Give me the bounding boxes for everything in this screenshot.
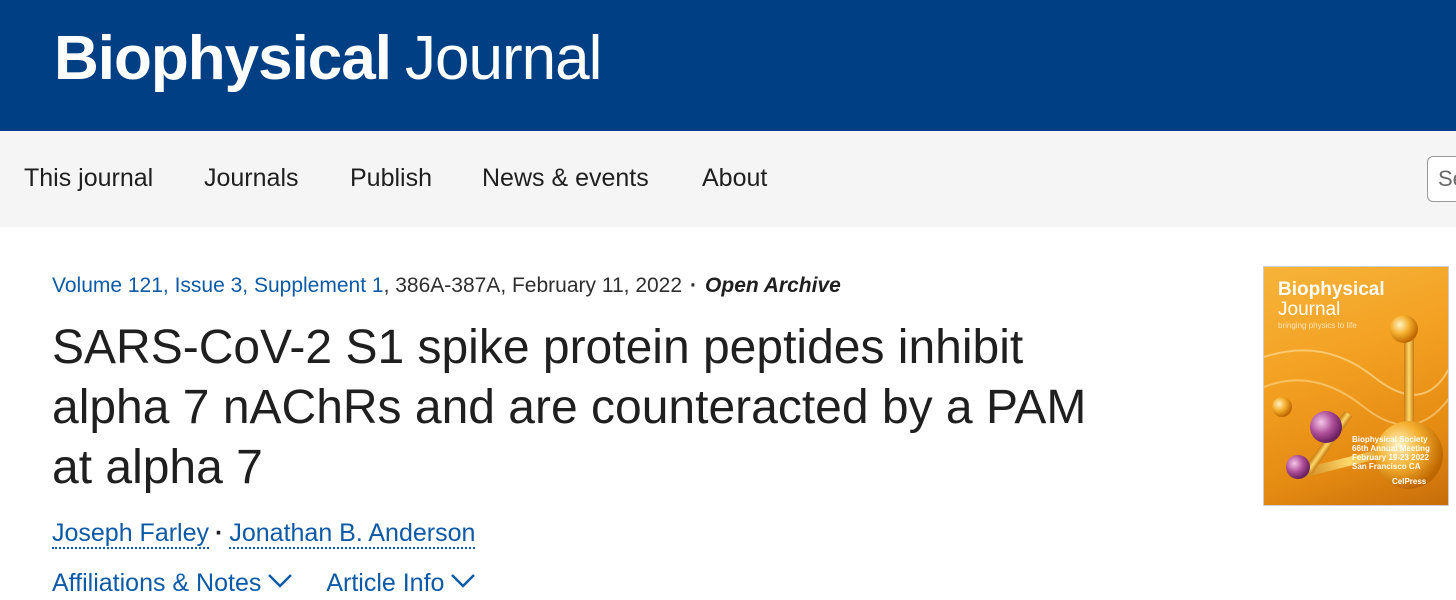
main-nav: This journal Journals Publish News & eve… bbox=[0, 131, 1456, 227]
nav-publish[interactable]: Publish bbox=[350, 161, 432, 195]
author-link[interactable]: Jonathan B. Anderson bbox=[229, 519, 476, 549]
cover-event-text: Biophysical Society 66th Annual Meeting … bbox=[1352, 435, 1430, 471]
journal-logo[interactable]: Biophysical Journal bbox=[54, 24, 602, 94]
cover-publisher: CelPress bbox=[1392, 477, 1427, 486]
logo-light-text: Journal bbox=[405, 24, 602, 93]
search-input[interactable]: Se bbox=[1427, 156, 1456, 202]
article-title: SARS-CoV-2 S1 spike protein peptides inh… bbox=[52, 321, 1087, 494]
author-separator: · bbox=[215, 519, 224, 547]
article-meta: Volume 121, Issue 3, Supplement 1, 386A-… bbox=[52, 270, 841, 302]
chevron-down-icon bbox=[268, 574, 293, 589]
author-link[interactable]: Joseph Farley bbox=[52, 519, 210, 549]
cover-title-light: Journal bbox=[1278, 299, 1341, 320]
article-toggles: Affiliations & Notes Article Info bbox=[52, 566, 476, 600]
affiliations-label: Affiliations & Notes bbox=[52, 569, 262, 597]
author-list: Joseph Farley · Jonathan B. Anderson bbox=[52, 516, 476, 550]
cover-title-bold: Biophysical bbox=[1278, 279, 1385, 300]
article-info-toggle[interactable]: Article Info bbox=[326, 566, 476, 600]
article-info-label: Article Info bbox=[326, 569, 445, 597]
affiliations-toggle[interactable]: Affiliations & Notes bbox=[52, 566, 293, 600]
logo-bold-text: Biophysical bbox=[54, 24, 392, 93]
journal-cover-image[interactable]: Biophysical Journal bringing physics to … bbox=[1263, 266, 1449, 506]
meta-separator: · bbox=[690, 274, 698, 297]
nav-news-events[interactable]: News & events bbox=[482, 161, 649, 195]
nav-this-journal[interactable]: This journal bbox=[24, 161, 153, 195]
pages-date: , 386A-387A, February 11, 2022 bbox=[383, 274, 683, 297]
cover-subtitle: bringing physics to life bbox=[1278, 321, 1357, 330]
access-badge: Open Archive bbox=[705, 274, 841, 297]
volume-issue-link[interactable]: Volume 121, Issue 3, Supplement 1 bbox=[52, 274, 384, 297]
nav-about[interactable]: About bbox=[702, 161, 767, 195]
site-header: Biophysical Journal bbox=[0, 0, 1456, 131]
nav-journals[interactable]: Journals bbox=[204, 161, 299, 195]
chevron-down-icon bbox=[451, 574, 476, 589]
